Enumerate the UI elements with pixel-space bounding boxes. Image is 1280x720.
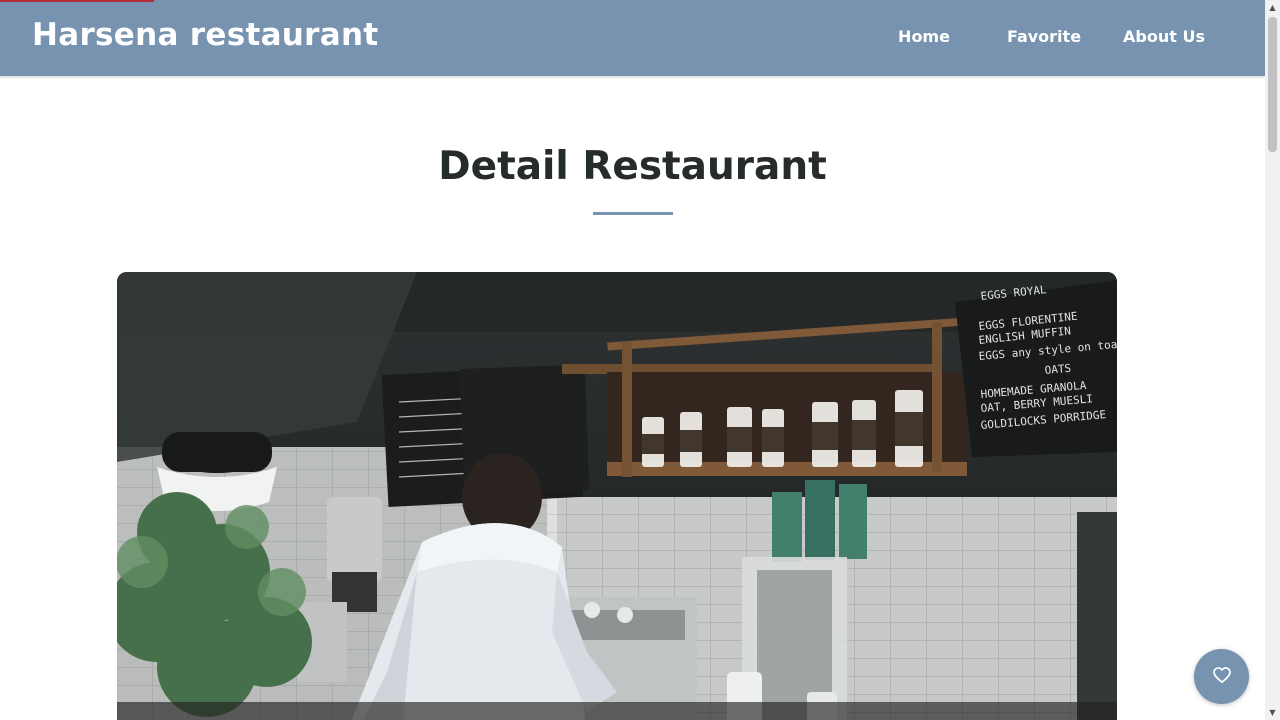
app-header: Harsena restaurant Home Favorite About U… xyxy=(0,0,1265,76)
page: Harsena restaurant Home Favorite About U… xyxy=(0,0,1280,720)
scroll-up-arrow-icon[interactable]: ▲ xyxy=(1265,0,1280,15)
main-nav: Home Favorite About Us xyxy=(864,0,1224,76)
title-underline xyxy=(593,212,673,215)
scroll-down-arrow-icon[interactable]: ▼ xyxy=(1265,705,1280,720)
page-scrollbar[interactable]: ▲ ▼ xyxy=(1265,0,1280,720)
brand-logo-link[interactable]: Harsena restaurant xyxy=(32,17,378,53)
page-title: Detail Restaurant xyxy=(438,144,827,189)
nav-favorite-link[interactable]: Favorite xyxy=(984,27,1104,46)
restaurant-hero-image: EGGS ROYAL EGGS FLORENTINE ENGLISH MUFFI… xyxy=(117,272,1117,720)
heart-icon xyxy=(1212,665,1232,688)
main-content: Detail Restaurant EGGS ROYAL EGGS FLOREN… xyxy=(0,76,1265,720)
loading-progress-bar xyxy=(0,0,154,2)
scrollbar-thumb[interactable] xyxy=(1268,17,1277,152)
favorite-button[interactable] xyxy=(1194,649,1249,704)
nav-home-link[interactable]: Home xyxy=(864,27,984,46)
nav-about-us-link[interactable]: About Us xyxy=(1104,27,1224,46)
